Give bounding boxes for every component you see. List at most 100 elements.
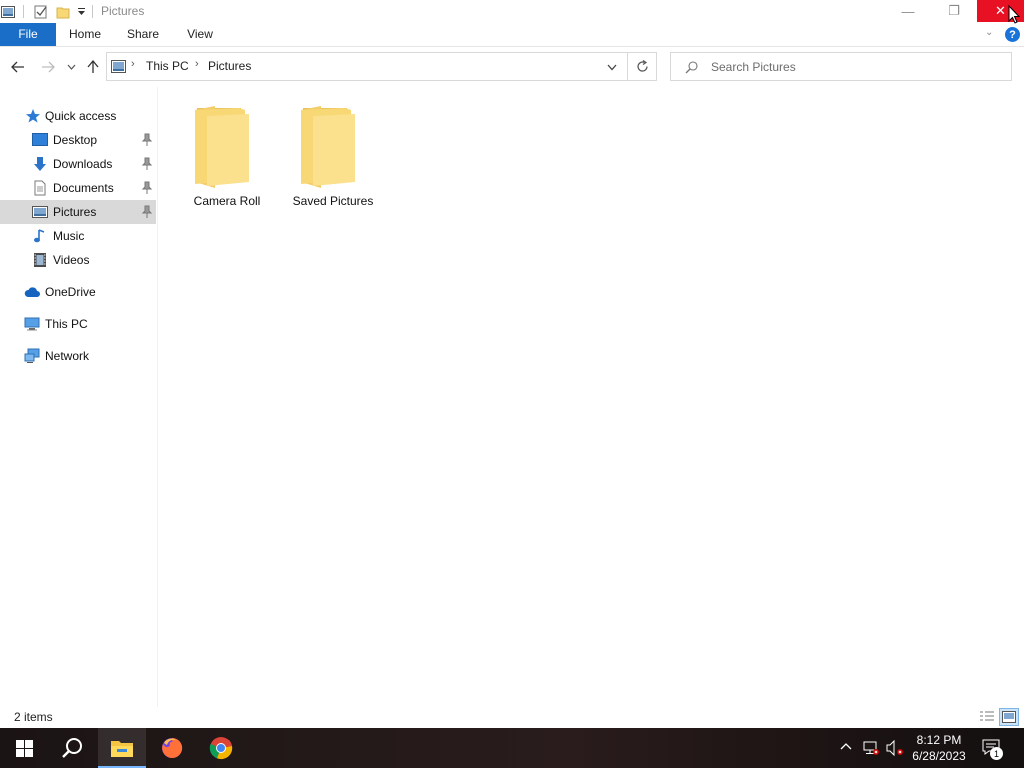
up-arrow-icon [87,60,99,73]
sidebar-item-desktop[interactable]: Desktop [0,128,156,152]
sidebar-item-label: Pictures [53,205,97,219]
folder-item[interactable]: Saved Pictures [285,100,381,212]
pictures-location-icon [111,60,126,73]
ribbon-tabs: File Home Share View ⌄ ? [0,23,1024,47]
tab-file[interactable]: File [0,23,56,46]
mouse-cursor-icon [1008,5,1020,24]
pane-divider[interactable] [157,87,158,707]
close-icon: ✕ [995,3,1006,18]
window-app-icon[interactable] [0,3,16,20]
network-status-icon[interactable] [863,740,879,756]
sidebar-item-label: Videos [53,253,90,267]
minimize-button[interactable]: — [885,0,931,22]
forward-arrow-icon [42,61,55,73]
minimize-icon: — [901,3,915,19]
sidebar-item-label: Documents [53,181,114,195]
breadcrumb-this-pc[interactable]: This PC [146,59,189,73]
search-box[interactable] [670,52,1012,81]
notification-count-badge: 1 [990,747,1003,760]
item-count: 2 items [14,710,53,724]
back-button[interactable] [8,57,28,77]
clock[interactable]: 8:12 PM 6/28/2023 [906,732,972,764]
folder-icon [195,106,249,188]
navigation-pane: Quick access Desktop Downloads Documents… [0,87,157,707]
pictures-icon [32,206,48,218]
sidebar-item-pictures[interactable]: Pictures [0,200,156,224]
firefox-icon [162,737,183,758]
pin-icon[interactable] [141,181,153,195]
breadcrumb-pictures[interactable]: Pictures [208,59,251,73]
file-explorer-taskbar-button[interactable] [98,728,146,768]
sidebar-item-label: Downloads [53,157,113,171]
music-icon [34,229,45,243]
title-separator [92,5,93,18]
forward-button[interactable] [38,57,58,77]
title-bar: Pictures — ❐ ✕ [0,0,1024,23]
new-folder-icon[interactable] [54,3,72,20]
navigation-bar: › This PC › Pictures [0,47,1024,87]
sidebar-item-this-pc[interactable]: This PC [0,312,156,336]
taskbar: 8:12 PM 6/28/2023 1 [0,728,1024,768]
downloads-icon [34,157,46,171]
search-icon [685,61,698,74]
chrome-taskbar-button[interactable] [197,728,245,768]
sidebar-item-label: Network [45,349,90,363]
start-button[interactable] [0,728,48,768]
address-history-chevron-icon[interactable] [607,64,617,71]
sidebar-item-documents[interactable]: Documents [0,176,156,200]
folder-name: Saved Pictures [292,194,374,208]
customize-toolbar-chevron-icon[interactable] [74,3,88,20]
back-arrow-icon [11,61,24,73]
expand-ribbon-chevron-icon[interactable]: ⌄ [985,27,993,38]
search-taskbar-button[interactable] [48,728,96,768]
chevron-down-icon [67,64,75,70]
volume-muted-icon[interactable] [886,740,904,756]
recent-locations-button[interactable] [62,57,80,77]
documents-icon [34,180,46,196]
tab-share[interactable]: Share [120,23,166,46]
properties-icon[interactable] [32,3,50,20]
help-icon[interactable]: ? [1005,27,1020,42]
sidebar-item-music[interactable]: Music [0,224,156,248]
details-view-icon[interactable] [978,710,996,724]
sidebar-item-quick-access[interactable]: Quick access [0,104,156,128]
address-bar[interactable]: › This PC › Pictures [106,52,628,81]
folder-item[interactable]: Camera Roll [179,100,275,212]
file-explorer-icon [111,741,133,757]
sidebar-item-downloads[interactable]: Downloads [0,152,156,176]
title-separator [23,5,24,18]
large-icons-view-button[interactable] [999,708,1019,726]
sidebar-item-network[interactable]: Network [0,344,156,368]
sidebar-item-label: Quick access [45,109,117,123]
restore-icon: ❐ [948,3,960,18]
pin-icon[interactable] [141,157,153,171]
star-icon [26,109,40,123]
folder-icon [301,106,355,188]
sidebar-item-videos[interactable]: Videos [0,248,156,272]
network-icon [24,348,40,363]
pin-icon[interactable] [141,205,153,219]
up-button[interactable] [83,57,103,77]
firefox-taskbar-button[interactable] [148,728,196,768]
refresh-button[interactable] [628,52,657,81]
folder-name: Camera Roll [193,194,261,208]
sidebar-item-label: This PC [45,317,88,331]
large-icons-view-icon [1002,711,1016,723]
sidebar-item-onedrive[interactable]: OneDrive [0,280,156,304]
tab-home[interactable]: Home [62,23,108,46]
status-bar: 2 items [0,707,1024,728]
search-input[interactable] [711,59,1001,75]
computer-icon [24,317,40,331]
action-center-button[interactable]: 1 [980,738,1004,760]
sidebar-item-label: Music [53,229,85,243]
tab-view[interactable]: View [178,23,222,46]
clock-time: 8:12 PM [916,733,962,747]
restore-button[interactable]: ❐ [931,0,977,22]
show-hidden-icons-chevron-icon[interactable] [840,742,852,750]
chrome-icon [209,737,233,760]
breadcrumb-separator: › [195,58,199,70]
breadcrumb-separator: › [131,58,135,70]
pin-icon[interactable] [141,133,153,147]
search-icon [62,738,82,758]
videos-icon [34,253,46,267]
